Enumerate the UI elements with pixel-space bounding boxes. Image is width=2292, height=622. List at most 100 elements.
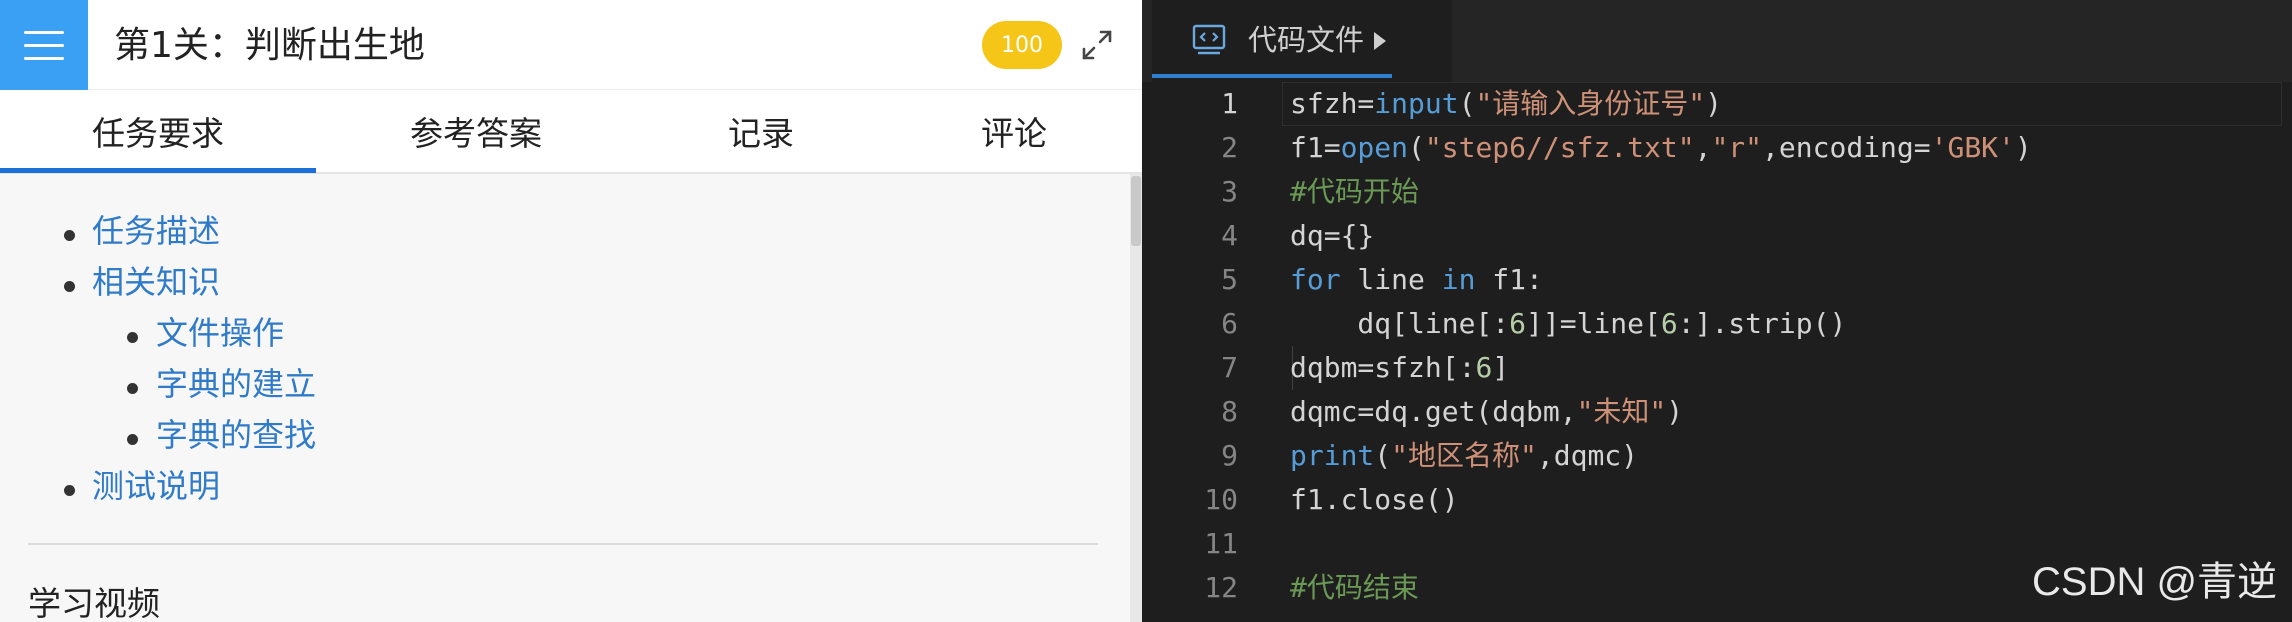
code-token: 'GBK' — [1930, 131, 2015, 164]
line-number: 4 — [1221, 219, 1238, 252]
code-line[interactable]: #代码结束 — [1290, 566, 1419, 610]
line-number: 12 — [1204, 571, 1238, 604]
line-number: 3 — [1221, 175, 1238, 208]
line-number: 11 — [1204, 527, 1238, 560]
code-file-label: 代码文件 — [1248, 23, 1365, 57]
line-number: 5 — [1221, 263, 1238, 296]
code-token: dqmc=dq.get(dqbm, — [1290, 395, 1577, 428]
section-divider — [28, 543, 1098, 545]
code-token: "请输入身份证号" — [1475, 87, 1706, 120]
watermark: CSDN @青逆 — [2032, 560, 2278, 604]
toc-item-test-description[interactable]: 测试说明 — [92, 466, 220, 506]
code-line[interactable]: print("地区名称",dqmc) — [1290, 434, 1638, 478]
bullet-icon — [64, 485, 75, 496]
line-number: 8 — [1221, 395, 1238, 428]
bullet-icon — [64, 230, 75, 241]
code-token: f1.close() — [1290, 483, 1459, 516]
code-token: ) — [1705, 87, 1723, 120]
code-area[interactable]: 1 2 3 4 5 6 7 8 9 10 11 12 sfzh=input("请输入身份证号") f1=… — [1142, 82, 2292, 622]
menu-button[interactable] — [0, 0, 88, 90]
code-token: ,dqmc) — [1536, 439, 1639, 472]
expand-icon[interactable] — [1080, 28, 1114, 62]
code-token: 6 — [1660, 307, 1678, 340]
code-line[interactable]: sfzh=input("请输入身份证号") — [1290, 82, 1722, 126]
bullet-icon — [127, 434, 138, 445]
code-token: #代码结束 — [1290, 571, 1419, 604]
code-token: ( — [1374, 439, 1392, 472]
task-content: 任务描述 相关知识 文件操作 字典的建立 字典的查找 测试说明 — [0, 174, 1130, 622]
code-token: 6 — [1509, 307, 1527, 340]
tab-comments[interactable]: 评论 — [886, 90, 1142, 172]
code-token: open — [1340, 131, 1409, 164]
code-line[interactable]: f1=open("step6//sfz.txt","r",encoding='G… — [1290, 126, 2032, 170]
code-token: "step6//sfz.txt" — [1424, 131, 1695, 164]
tab-task-requirements[interactable]: 任务要求 — [0, 90, 316, 172]
code-token: ,encoding= — [1762, 131, 1931, 164]
code-token: ) — [2014, 131, 2032, 164]
code-token: ]]=line[ — [1526, 307, 1661, 340]
code-token: ( — [1458, 87, 1476, 120]
code-line[interactable]: #代码开始 — [1290, 170, 1419, 214]
code-token: "地区名称" — [1391, 439, 1537, 472]
editor-tab-bar: 代码文件 — [1142, 0, 2292, 82]
code-token: ( — [1408, 131, 1425, 164]
task-tabs: 任务要求 参考答案 记录 评论 — [0, 90, 1142, 174]
toc-item-file-operations[interactable]: 文件操作 — [156, 313, 284, 353]
toc-item-dict-lookup[interactable]: 字典的查找 — [156, 415, 316, 455]
code-token: f1= — [1290, 131, 1341, 164]
code-line[interactable]: dqmc=dq.get(dqbm,"未知") — [1290, 390, 1683, 434]
toc-item-related-knowledge[interactable]: 相关知识 — [92, 262, 220, 302]
code-token: line — [1340, 263, 1442, 296]
code-token: f1: — [1475, 263, 1543, 296]
code-editor: 代码文件 1 2 3 4 5 6 7 8 9 10 11 12 sfzh=input("请输入身份证号… — [1142, 0, 2292, 622]
code-token: dq[line[: — [1290, 307, 1510, 340]
hamburger-icon — [24, 30, 64, 34]
caret-right-icon[interactable] — [1374, 32, 1386, 50]
section-title-video: 学习视频 — [28, 584, 160, 622]
code-token: input — [1374, 87, 1459, 120]
toc-item-dict-creation[interactable]: 字典的建立 — [156, 364, 316, 404]
code-token: , — [1694, 131, 1712, 164]
code-token: dq={} — [1290, 219, 1375, 252]
header-bar: 第1关：判断出生地 100 — [0, 0, 1142, 90]
code-token: "r" — [1711, 131, 1763, 164]
active-tab-indicator — [1152, 74, 1392, 78]
code-token: for — [1290, 263, 1341, 296]
toc-item-task-description[interactable]: 任务描述 — [92, 211, 220, 251]
line-number: 9 — [1221, 439, 1238, 472]
page-title: 第1关：判断出生地 — [114, 25, 425, 66]
code-token: in — [1441, 263, 1476, 296]
bullet-icon — [64, 281, 75, 292]
hamburger-icon — [24, 56, 64, 60]
code-token: dqbm=sfzh[: — [1290, 351, 1476, 384]
code-line[interactable]: dq[line[:6]]=line[6:].strip() — [1290, 302, 1846, 346]
line-number: 7 — [1221, 351, 1238, 384]
tab-reference-answer[interactable]: 参考答案 — [316, 90, 636, 172]
line-number: 10 — [1204, 483, 1238, 516]
code-token: "未知" — [1576, 395, 1667, 428]
line-number: 2 — [1221, 131, 1238, 164]
code-token: 6 — [1475, 351, 1493, 384]
code-line[interactable]: f1.close() — [1290, 478, 1459, 522]
code-line[interactable]: dqbm=sfzh[:6] — [1290, 346, 1509, 390]
code-line[interactable]: dq={} — [1290, 214, 1374, 258]
code-token: #代码开始 — [1290, 175, 1419, 208]
score-badge: 100 — [982, 21, 1062, 69]
tab-records[interactable]: 记录 — [636, 90, 886, 172]
line-number: 6 — [1221, 307, 1238, 340]
bullet-icon — [127, 332, 138, 343]
code-file-icon — [1192, 24, 1226, 55]
active-tab-indicator — [0, 168, 316, 173]
bullet-icon — [127, 383, 138, 394]
code-token: :].strip() — [1677, 307, 1847, 340]
line-number: 1 — [1221, 87, 1238, 120]
tab-code-file[interactable]: 代码文件 — [1152, 0, 1452, 82]
code-token: sfzh= — [1290, 87, 1375, 120]
task-panel: 第1关：判断出生地 100 任务要求 参考答案 记录 评论 任务描述 相关知识 … — [0, 0, 1142, 622]
code-token: ] — [1492, 351, 1510, 384]
code-token: print — [1290, 439, 1375, 472]
hamburger-icon — [24, 43, 64, 47]
code-token: ) — [1666, 395, 1684, 428]
scrollbar-thumb[interactable] — [1131, 176, 1141, 246]
code-line[interactable]: for line in f1: — [1290, 258, 1543, 302]
